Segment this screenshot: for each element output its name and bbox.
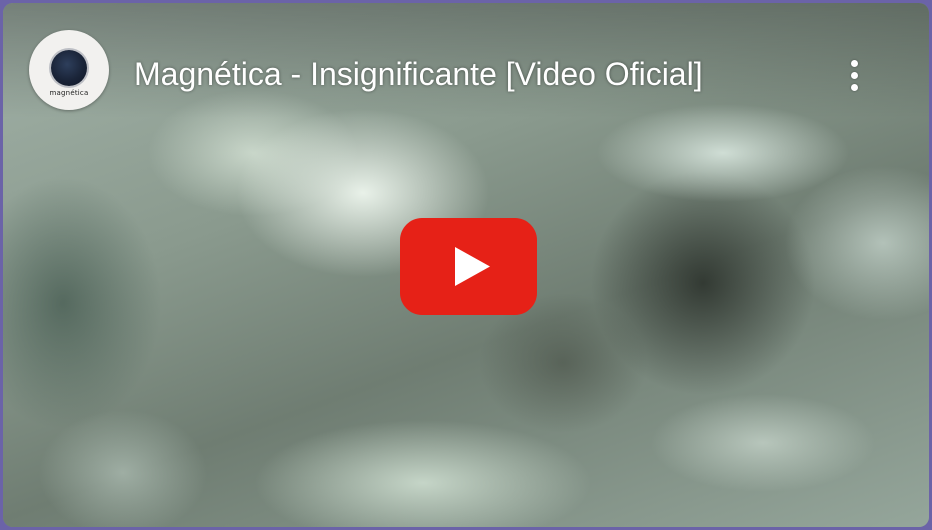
- play-button[interactable]: [400, 218, 537, 315]
- video-embed[interactable]: magnética Magnética - Insignificante [Vi…: [3, 3, 929, 527]
- more-vert-icon-dot: [850, 71, 858, 79]
- more-vert-icon-dot: [850, 83, 858, 91]
- channel-avatar-text: magnética: [49, 88, 89, 97]
- channel-logo-icon: [51, 49, 87, 86]
- channel-avatar[interactable]: magnética: [29, 30, 109, 110]
- video-header: magnética Magnética - Insignificante [Vi…: [3, 3, 929, 113]
- video-title[interactable]: Magnética - Insignificante [Video Oficia…: [134, 55, 703, 93]
- more-options-button[interactable]: [839, 53, 869, 97]
- more-vert-icon: [850, 59, 858, 67]
